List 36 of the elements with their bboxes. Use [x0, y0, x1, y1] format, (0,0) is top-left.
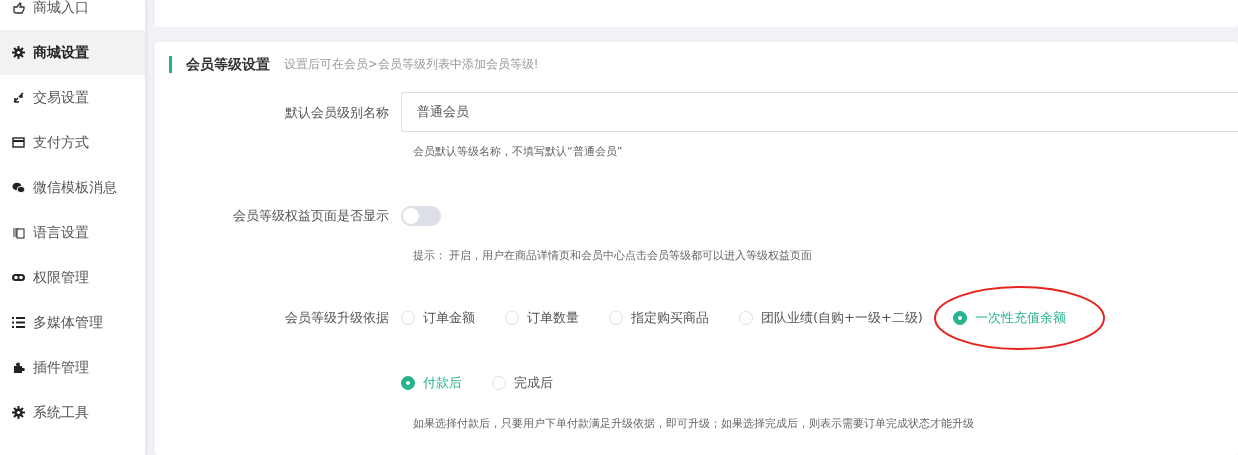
sidebar-item[interactable]: 商城设置 [0, 30, 145, 75]
sidebar-item[interactable]: 支付方式 [0, 120, 145, 165]
hand-icon [12, 1, 25, 14]
toggle-switch[interactable] [401, 205, 441, 226]
radio-option[interactable]: 完成后 [492, 372, 553, 393]
field-label: 会员等级升级依据 [285, 310, 389, 326]
section-title: 会员等级设置 [186, 55, 270, 74]
field-label: 默认会员级别名称 [285, 104, 389, 120]
section-subtitle: 设置后可在会员>会员等级列表中添加会员等级! [284, 55, 539, 73]
sidebar-item[interactable]: 权限管理 [0, 255, 145, 300]
sidebar-item[interactable]: 系统工具 [0, 390, 145, 435]
sidebar-item[interactable]: 语言设置 [0, 210, 145, 255]
sidebar-item[interactable]: 微信模板消息 [0, 165, 145, 210]
text-input[interactable]: 普通会员 [401, 92, 1238, 133]
radio-option[interactable]: 订单数量 [505, 308, 579, 328]
sidebar-item[interactable]: 多媒体管理 [0, 300, 145, 345]
card-icon [12, 136, 25, 149]
sidebar-item[interactable]: 商城入口 [0, 0, 145, 30]
mask-icon [12, 271, 25, 284]
radio-option[interactable]: 订单金额 [401, 308, 475, 328]
arrows-icon [12, 91, 25, 104]
radio-option[interactable]: 团队业绩(自购+一级+二级) [739, 308, 923, 328]
list-icon [12, 316, 25, 329]
field-label: 会员等级权益页面是否显示 [233, 208, 389, 223]
help-text: 会员默认等级名称，不填写默认“普通会员” [413, 144, 624, 161]
chat-icon [12, 181, 25, 194]
help-text: 提示： 开启，用户在商品详情页和会员中心点击会员等级都可以进入等级权益页面 [413, 247, 814, 264]
accent-bar [169, 55, 172, 73]
sidebar-item[interactable]: 交易设置 [0, 75, 145, 120]
sidebar-item[interactable]: 插件管理 [0, 345, 145, 390]
help-text: 如果选择付款后，只要用户下单付款满足升级依据，即可升级；如果选择完成后，则表示需要订单完成状态才能升级 [413, 416, 975, 433]
puzzle-icon [12, 361, 25, 374]
gear-icon [12, 46, 25, 59]
translate-icon [12, 226, 25, 239]
radio-option[interactable]: 指定购买商品 [609, 308, 709, 328]
gear-icon [12, 406, 25, 419]
